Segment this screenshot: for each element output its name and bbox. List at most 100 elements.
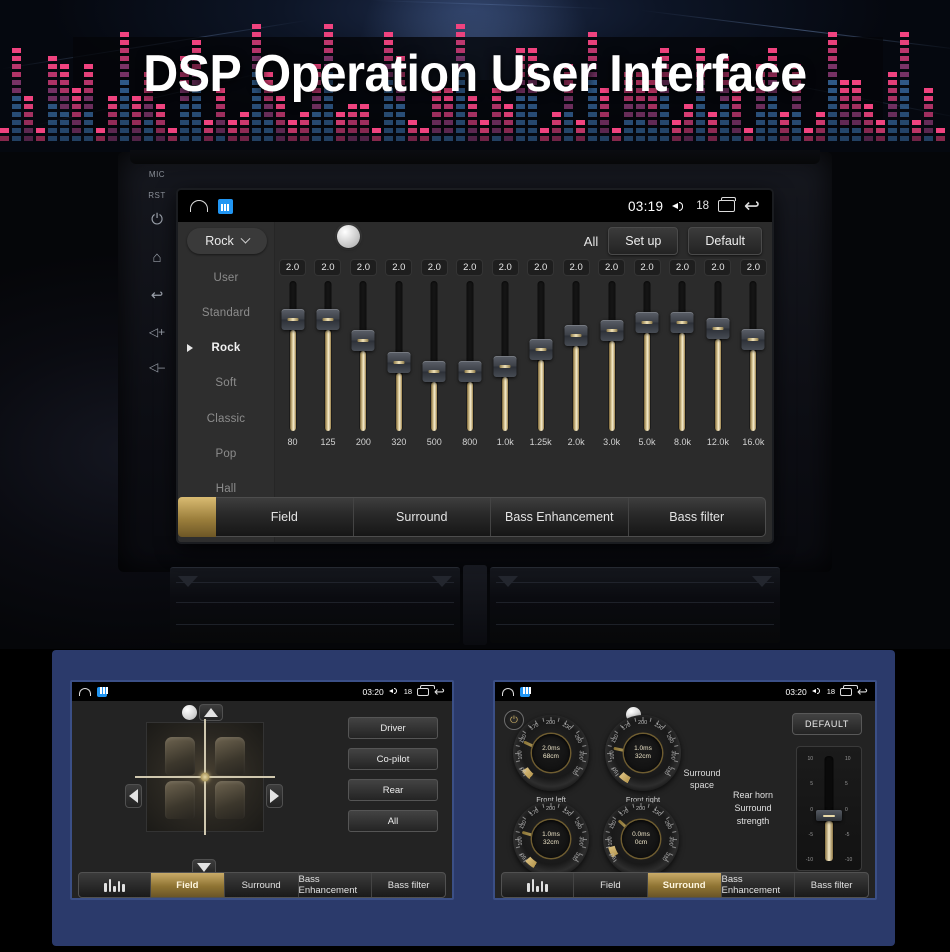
rear-horn-line2: Surround [717, 802, 789, 815]
eq-slider-thumb[interactable] [671, 312, 694, 333]
volume-knob[interactable] [337, 225, 360, 248]
eq-slider-200[interactable] [351, 281, 376, 431]
knob-scale-number: 200 [546, 720, 555, 726]
recents-icon[interactable] [840, 688, 852, 696]
eq-slider-thumb[interactable] [565, 325, 588, 346]
fader-thumb[interactable] [816, 810, 842, 821]
seat-position-map[interactable] [146, 722, 264, 832]
eq-slider-thumb[interactable] [706, 318, 729, 339]
surround-tab-equalizer[interactable] [502, 873, 574, 897]
surround-strength-fader[interactable]: 1050-5-10 1050-5-10 [796, 746, 862, 871]
speaker-icon[interactable] [812, 687, 822, 696]
eq-slider-8.0k[interactable] [670, 281, 695, 431]
field-button-rear[interactable]: Rear [348, 779, 438, 801]
knob-rear-right[interactable]: 0.0ms0cmRear right5010013017020023026030… [603, 801, 679, 877]
field-tab-field[interactable]: Field [151, 873, 225, 897]
field-tab-equalizer[interactable] [79, 873, 151, 897]
tab-bass-filter[interactable]: Bass filter [629, 498, 766, 536]
default-button[interactable]: Default [688, 227, 762, 255]
knob-front-left[interactable]: 2.0ms68cmFront left501001301702002302603… [513, 715, 589, 791]
volume-up-icon[interactable]: ◁+ [149, 326, 165, 338]
eq-slider-thumb[interactable] [636, 312, 659, 333]
eq-slider-thumb[interactable] [352, 330, 375, 351]
tab-field[interactable]: Field [216, 498, 354, 536]
speaker-icon[interactable] [389, 687, 399, 696]
field-tab-bass-enhancement[interactable]: Bass Enhancement [299, 873, 373, 897]
preset-item-classic[interactable]: Classic [178, 401, 274, 436]
eq-slider-thumb[interactable] [281, 309, 304, 330]
home-icon[interactable] [502, 688, 514, 696]
preset-item-pop[interactable]: Pop [178, 436, 274, 471]
app-icon[interactable] [97, 687, 107, 697]
eq-slider-80[interactable] [280, 281, 305, 431]
app-icon[interactable] [218, 199, 233, 214]
eq-slider-1.0k[interactable] [493, 281, 518, 431]
eq-slider-thumb[interactable] [742, 329, 765, 350]
field-button-driver[interactable]: Driver [348, 717, 438, 739]
eq-slider-2.0k[interactable] [564, 281, 589, 431]
eq-value-500: 2.0 [422, 260, 447, 275]
eq-slider-320[interactable] [386, 281, 411, 431]
eq-slider-thumb[interactable] [458, 361, 481, 382]
preset-item-standard[interactable]: Standard [178, 295, 274, 330]
knob-front-right[interactable]: 1.0ms32cmFront right50100130170200230260… [605, 715, 681, 791]
field-tab-label: Field [176, 880, 198, 891]
tab-bass-enhancement[interactable]: Bass Enhancement [491, 498, 629, 536]
back-icon[interactable]: ↪ [434, 685, 445, 698]
eq-frequency-label: 5.0k [635, 437, 660, 447]
back-icon[interactable]: ↩ [151, 288, 164, 303]
hero-banner: DSP Operation User Interface [0, 0, 950, 152]
eq-slider-800[interactable] [457, 281, 482, 431]
preset-item-user[interactable]: User [178, 260, 274, 295]
volume-down-icon[interactable]: ◁– [149, 361, 165, 373]
back-icon[interactable]: ↪ [744, 197, 760, 216]
field-tab-surround[interactable]: Surround [225, 873, 299, 897]
eq-slider-3.0k[interactable] [599, 281, 624, 431]
surround-tab-bass-enhancement[interactable]: Bass Enhancement [722, 873, 796, 897]
home-icon[interactable] [190, 200, 208, 212]
eq-slider-thumb[interactable] [316, 309, 339, 330]
field-right-button[interactable] [266, 784, 283, 808]
home-icon[interactable]: ⌂ [152, 250, 161, 265]
field-button-all[interactable]: All [348, 810, 438, 832]
eq-slider-thumb[interactable] [423, 361, 446, 382]
setup-button[interactable]: Set up [608, 227, 678, 255]
eq-slider-thumb[interactable] [494, 356, 517, 377]
surround-tab-surround[interactable]: Surround [648, 873, 722, 897]
eq-slider-12.0k[interactable] [705, 281, 730, 431]
eq-slider-thumb[interactable] [529, 339, 552, 360]
position-indicator-dot[interactable] [182, 705, 197, 720]
eq-slider-16.0k[interactable] [741, 281, 766, 431]
clock: 03:20 [362, 687, 383, 697]
eq-slider-5.0k[interactable] [635, 281, 660, 431]
knob-rear-left[interactable]: 1.0ms32cmRear left5010013017020023026030… [513, 801, 589, 877]
surround-tab-label: Field [600, 880, 621, 891]
eq-slider-500[interactable] [422, 281, 447, 431]
default-button[interactable]: DEFAULT [792, 713, 862, 735]
eq-slider-thumb[interactable] [600, 320, 623, 341]
field-tab-bass-filter[interactable]: Bass filter [372, 873, 445, 897]
equalizer-tab-active-indicator[interactable] [178, 497, 216, 537]
eq-slider-thumb[interactable] [387, 352, 410, 373]
surround-tab-field[interactable]: Field [574, 873, 648, 897]
app-icon[interactable] [520, 687, 530, 697]
preset-item-rock[interactable]: Rock [178, 331, 274, 366]
home-icon[interactable] [79, 688, 91, 696]
recents-icon[interactable] [718, 200, 735, 212]
preset-dropdown[interactable]: Rock [187, 228, 267, 254]
rear-horn-line3: strength [717, 815, 789, 828]
speaker-icon[interactable] [672, 200, 687, 213]
preset-item-soft[interactable]: Soft [178, 366, 274, 401]
tab-surround[interactable]: Surround [354, 498, 492, 536]
field-button-co-pilot[interactable]: Co-pilot [348, 748, 438, 770]
field-up-button[interactable] [199, 704, 223, 721]
eq-frequency-label: 1.0k [493, 437, 518, 447]
eq-slider-125[interactable] [315, 281, 340, 431]
surround-tab-label: Bass Enhancement [722, 874, 795, 896]
power-icon[interactable]: ⏻ [151, 212, 163, 227]
back-icon[interactable]: ↪ [857, 685, 868, 698]
surround-tab-bass-filter[interactable]: Bass filter [795, 873, 868, 897]
eq-slider-1.25k[interactable] [528, 281, 553, 431]
recents-icon[interactable] [417, 688, 429, 696]
field-left-button[interactable] [125, 784, 142, 808]
